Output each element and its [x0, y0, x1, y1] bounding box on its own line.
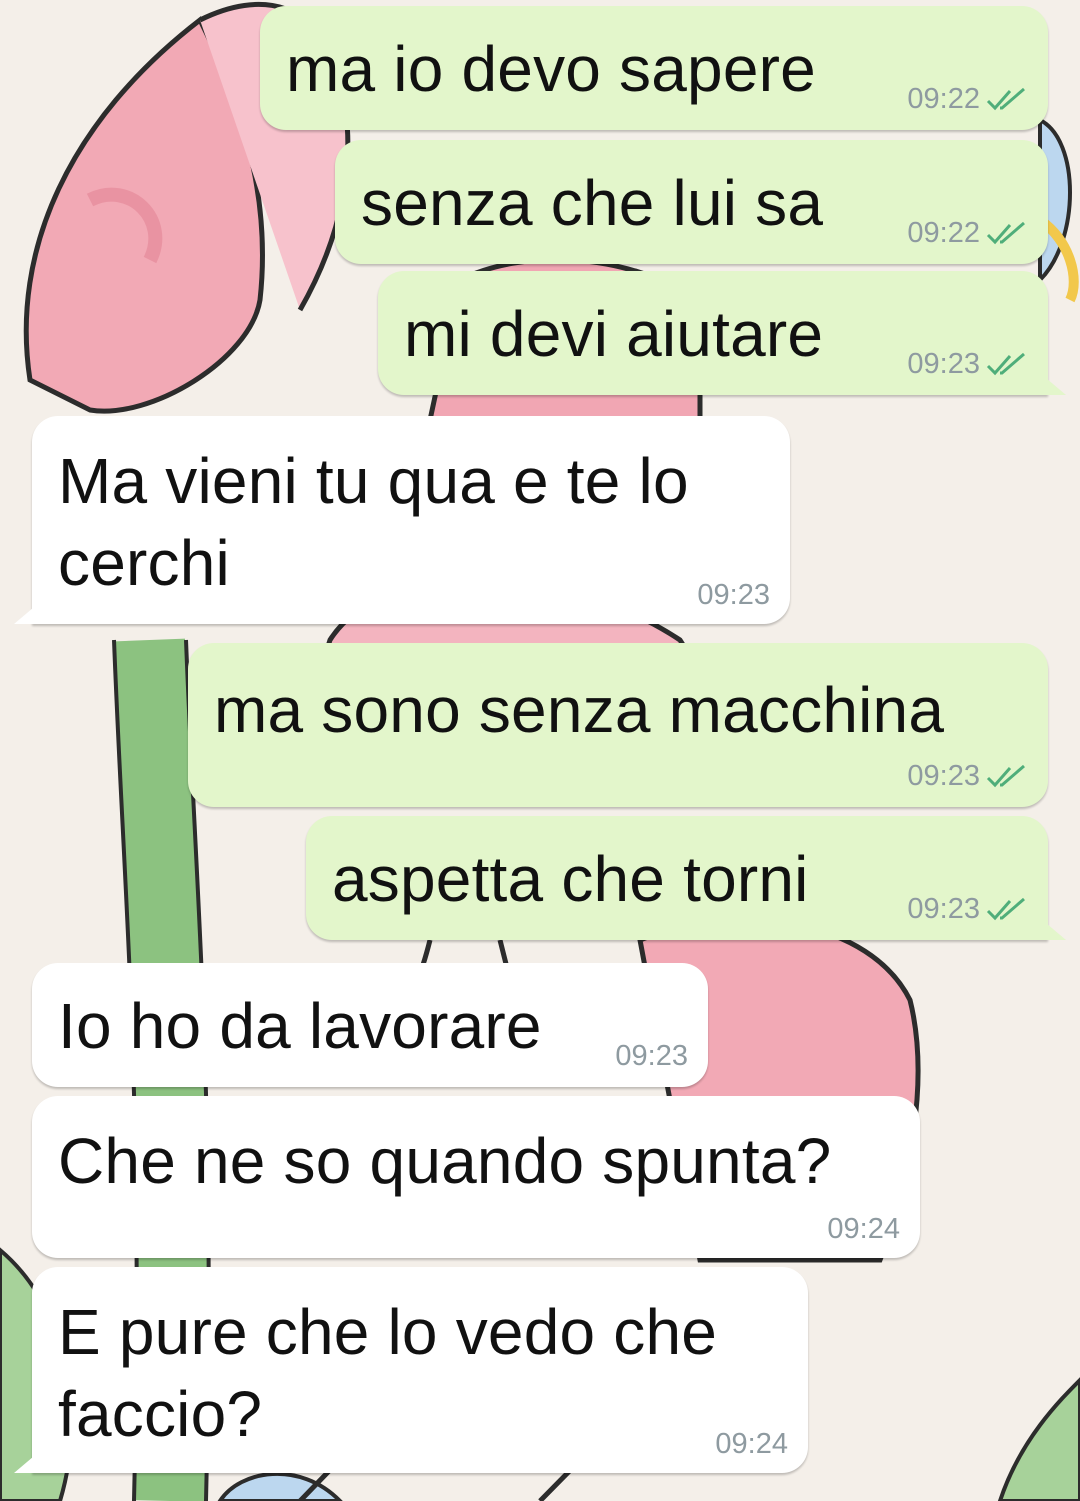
message-time: 09:22 [907, 217, 980, 249]
incoming-message-bubble[interactable]: Io ho da lavorare 09:23 [32, 963, 708, 1087]
message-text: mi devi aiutare [404, 298, 824, 370]
read-icon [986, 897, 1030, 923]
message-text: ma sono senza macchina [214, 674, 945, 746]
message-meta: 09:24 [827, 1213, 900, 1246]
message-text: senza che lui sa [361, 167, 824, 239]
outgoing-message-bubble[interactable]: mi devi aiutare 09:23 [378, 271, 1066, 395]
message-meta: 09:22 [907, 83, 1030, 116]
message-text: aspetta che torni [332, 843, 809, 915]
message-time: 09:23 [907, 893, 980, 925]
message-time: 09:22 [907, 83, 980, 115]
message-time: 09:24 [827, 1213, 900, 1245]
message-text: Che ne so quando spunta? [58, 1125, 832, 1197]
read-icon [986, 764, 1030, 790]
message-text: Ma vieni tu qua e te lo cerchi [58, 445, 689, 599]
message-time: 09:23 [907, 348, 980, 380]
message-meta: 09:23 [697, 579, 770, 612]
message-meta: 09:22 [907, 217, 1030, 250]
outgoing-message-bubble[interactable]: ma sono senza macchina 09:23 [188, 643, 1048, 807]
outgoing-message-bubble[interactable]: aspetta che torni 09:23 [306, 816, 1066, 940]
incoming-message-bubble[interactable]: Ma vieni tu qua e te lo cerchi 09:23 [14, 416, 790, 624]
message-time: 09:23 [907, 760, 980, 792]
message-time: 09:23 [697, 579, 770, 611]
message-meta: 09:23 [907, 760, 1030, 793]
read-icon [986, 87, 1030, 113]
message-meta: 09:24 [715, 1428, 788, 1461]
message-meta: 09:23 [615, 1040, 688, 1073]
outgoing-message-bubble[interactable]: senza che lui sa 09:22 [335, 140, 1048, 264]
read-icon [986, 352, 1030, 378]
message-meta: 09:23 [907, 348, 1030, 381]
message-text: E pure che lo vedo che faccio? [58, 1296, 718, 1450]
message-text: Io ho da lavorare [58, 990, 542, 1062]
incoming-message-bubble[interactable]: Che ne so quando spunta? 09:24 [32, 1096, 920, 1258]
chat-message-list[interactable]: ma io devo sapere 09:22 senza che lui sa… [0, 0, 1080, 1501]
outgoing-message-bubble[interactable]: ma io devo sapere 09:22 [260, 6, 1048, 130]
read-icon [986, 221, 1030, 247]
incoming-message-bubble[interactable]: E pure che lo vedo che faccio? 09:24 [14, 1267, 808, 1473]
message-text: ma io devo sapere [286, 33, 816, 105]
message-meta: 09:23 [907, 893, 1030, 926]
message-time: 09:23 [615, 1040, 688, 1072]
message-time: 09:24 [715, 1428, 788, 1460]
